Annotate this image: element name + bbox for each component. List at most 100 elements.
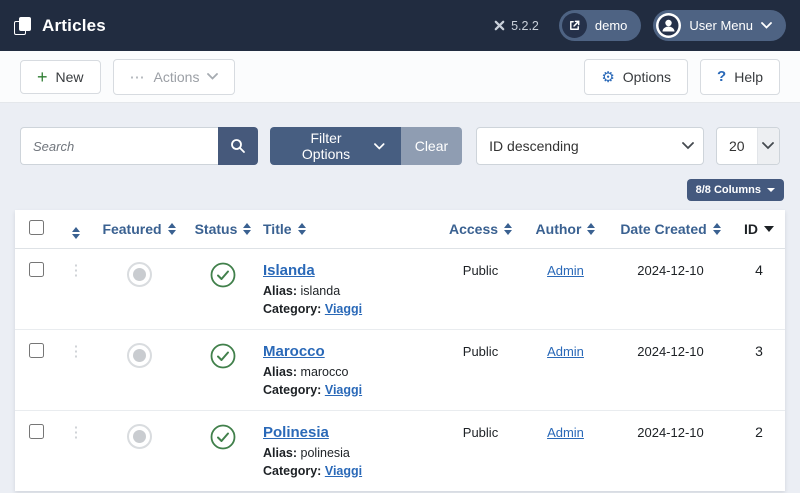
author-link[interactable]: Admin bbox=[547, 344, 584, 359]
header-title-label: Title bbox=[263, 221, 292, 237]
sort-icon bbox=[72, 227, 80, 239]
external-link-icon bbox=[562, 13, 587, 38]
featured-toggle-icon[interactable] bbox=[127, 262, 152, 287]
new-button[interactable]: + New bbox=[20, 60, 101, 94]
category-label: Category: bbox=[263, 464, 321, 478]
alias-label: Alias: bbox=[263, 446, 297, 460]
user-menu-label: User Menu bbox=[689, 18, 753, 33]
header-status-label: Status bbox=[195, 221, 238, 237]
select-all-checkbox[interactable] bbox=[29, 220, 44, 235]
page-title: Articles bbox=[42, 16, 106, 36]
header-access[interactable]: Access bbox=[449, 221, 512, 237]
category-label: Category: bbox=[263, 383, 321, 397]
category-link[interactable]: Viaggi bbox=[325, 383, 362, 397]
sort-icon bbox=[298, 223, 306, 235]
chevron-down-icon bbox=[374, 143, 385, 150]
header-author-label: Author bbox=[536, 221, 582, 237]
clear-button[interactable]: Clear bbox=[401, 127, 462, 165]
article-id: 3 bbox=[755, 343, 763, 359]
chevron-down-icon bbox=[761, 22, 772, 29]
author-link[interactable]: Admin bbox=[547, 425, 584, 440]
header-ordering[interactable] bbox=[72, 227, 80, 239]
filter-options-label: Filter Options bbox=[286, 130, 366, 162]
chevron-down-icon bbox=[207, 73, 218, 80]
sort-icon bbox=[168, 223, 176, 235]
alias-value: polinesia bbox=[301, 446, 350, 460]
featured-toggle-icon[interactable] bbox=[127, 343, 152, 368]
alias-value: islanda bbox=[301, 284, 341, 298]
actions-button-label: Actions bbox=[154, 69, 200, 85]
action-toolbar: + New ⋯ Actions ⚙ Options ? Help bbox=[0, 51, 800, 103]
columns-toggle-button[interactable]: 8/8 Columns bbox=[687, 179, 784, 201]
article-id: 4 bbox=[755, 262, 763, 278]
category-link[interactable]: Viaggi bbox=[325, 464, 362, 478]
date-created: 2024-12-10 bbox=[637, 263, 704, 278]
article-title-link[interactable]: Islanda bbox=[263, 262, 315, 279]
articles-stack-icon bbox=[14, 17, 32, 35]
articles-table-card: Featured Status Title Access bbox=[15, 210, 785, 491]
filter-options-button[interactable]: Filter Options bbox=[270, 127, 401, 165]
status-published-icon[interactable] bbox=[210, 424, 236, 455]
page-size-value: 20 bbox=[717, 138, 757, 154]
user-menu-button[interactable]: User Menu bbox=[653, 10, 786, 41]
category-link[interactable]: Viaggi bbox=[325, 302, 362, 316]
articles-table: Featured Status Title Access bbox=[15, 210, 785, 491]
version-text: 5.2.2 bbox=[511, 19, 539, 33]
search-button[interactable] bbox=[218, 127, 258, 165]
help-button-label: Help bbox=[734, 69, 763, 85]
category-label: Category: bbox=[263, 302, 321, 316]
date-created: 2024-12-10 bbox=[637, 425, 704, 440]
access-level: Public bbox=[463, 425, 498, 440]
help-button[interactable]: ? Help bbox=[700, 59, 780, 95]
header-id[interactable]: ID bbox=[744, 221, 774, 237]
alias-label: Alias: bbox=[263, 365, 297, 379]
table-header-row: Featured Status Title Access bbox=[15, 210, 785, 248]
access-level: Public bbox=[463, 344, 498, 359]
access-level: Public bbox=[463, 263, 498, 278]
drag-handle-icon[interactable]: ⋮ bbox=[69, 343, 84, 360]
options-button-label: Options bbox=[623, 69, 671, 85]
article-id: 2 bbox=[755, 424, 763, 440]
sort-icon bbox=[243, 223, 251, 235]
sort-icon bbox=[504, 223, 512, 235]
featured-toggle-icon[interactable] bbox=[127, 424, 152, 449]
author-link[interactable]: Admin bbox=[547, 263, 584, 278]
demo-label: demo bbox=[595, 18, 628, 33]
chevron-down-icon bbox=[682, 142, 694, 150]
header-status[interactable]: Status bbox=[195, 221, 252, 237]
search-input[interactable] bbox=[20, 127, 218, 165]
new-button-label: New bbox=[56, 69, 84, 85]
date-created: 2024-12-10 bbox=[637, 344, 704, 359]
row-checkbox[interactable] bbox=[29, 262, 44, 277]
article-title-link[interactable]: Polinesia bbox=[263, 424, 329, 441]
question-mark-icon: ? bbox=[717, 68, 726, 85]
article-title-link[interactable]: Marocco bbox=[263, 343, 325, 360]
top-header-bar: Articles 5.2.2 demo bbox=[0, 0, 800, 51]
row-checkbox[interactable] bbox=[29, 424, 44, 439]
status-published-icon[interactable] bbox=[210, 343, 236, 374]
status-published-icon[interactable] bbox=[210, 262, 236, 293]
actions-button[interactable]: ⋯ Actions bbox=[113, 59, 236, 95]
header-featured-label: Featured bbox=[102, 221, 161, 237]
sort-order-value: ID descending bbox=[477, 138, 673, 154]
options-button[interactable]: ⚙ Options bbox=[584, 59, 688, 95]
row-checkbox[interactable] bbox=[29, 343, 44, 358]
header-featured[interactable]: Featured bbox=[102, 221, 175, 237]
header-date-created-label: Date Created bbox=[620, 221, 706, 237]
ellipsis-icon: ⋯ bbox=[130, 68, 146, 86]
header-date-created[interactable]: Date Created bbox=[620, 221, 720, 237]
sort-icon bbox=[713, 223, 721, 235]
sort-descending-icon bbox=[764, 226, 774, 232]
header-author[interactable]: Author bbox=[536, 221, 596, 237]
drag-handle-icon[interactable]: ⋮ bbox=[69, 262, 84, 279]
chevron-down-icon bbox=[762, 142, 774, 150]
search-icon bbox=[230, 138, 246, 154]
table-row: ⋮ Polinesia Alias: polinesia Category: V… bbox=[15, 410, 785, 491]
page-size-select[interactable]: 20 bbox=[716, 127, 780, 165]
joomla-version: 5.2.2 bbox=[493, 19, 539, 33]
preview-demo-button[interactable]: demo bbox=[559, 10, 642, 41]
header-title[interactable]: Title bbox=[263, 221, 306, 237]
drag-handle-icon[interactable]: ⋮ bbox=[69, 424, 84, 441]
sort-order-select[interactable]: ID descending bbox=[476, 127, 704, 165]
table-row: ⋮ Islanda Alias: islanda Category: Viagg… bbox=[15, 248, 785, 329]
